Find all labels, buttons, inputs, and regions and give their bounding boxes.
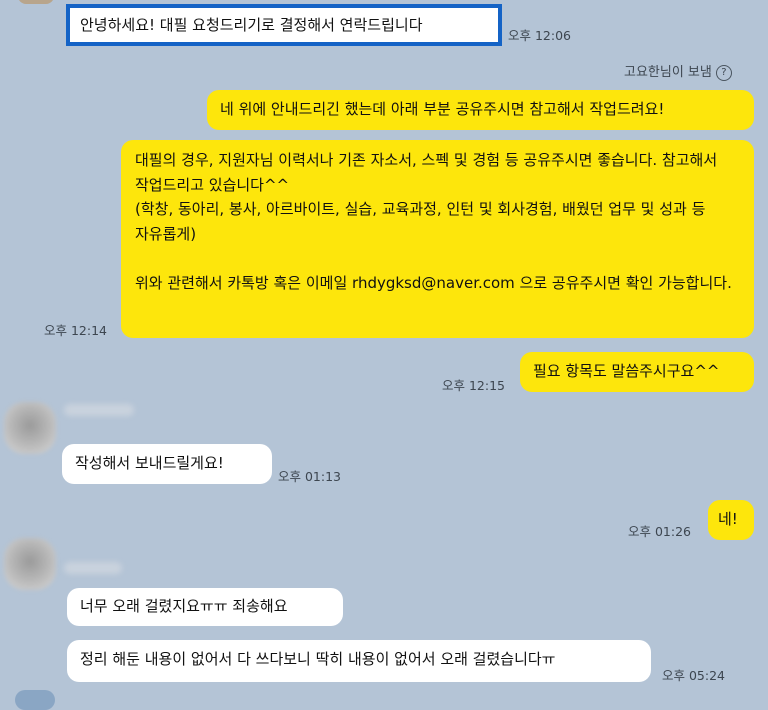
message-bubble-received[interactable]: 정리 해둔 내용이 없어서 다 쓰다보니 딱히 내용이 없어서 오래 걸렸습니다… <box>67 640 651 682</box>
message-bubble-received[interactable]: 너무 오래 걸렸지요ㅠㅠ 죄송해요 <box>67 588 343 626</box>
message-bubble-sent[interactable]: 대필의 경우, 지원자님 이력서나 기존 자소서, 스펙 및 경험 등 공유주시… <box>121 140 754 338</box>
message-time: 오후 12:15 <box>442 378 505 393</box>
sender-name <box>64 404 134 416</box>
sender-name <box>64 562 122 574</box>
sender-avatar[interactable] <box>4 538 56 590</box>
message-time: 오후 01:13 <box>278 469 341 484</box>
message-bubble-sent[interactable]: 필요 항목도 말씀주시구요^^ <box>520 352 754 392</box>
message-time: 오후 12:06 <box>508 28 571 43</box>
help-icon[interactable]: ? <box>715 64 732 81</box>
message-bubble-sent[interactable]: 네! <box>708 500 754 540</box>
partial-avatar-top <box>18 0 54 4</box>
partial-avatar-bottom <box>15 690 55 710</box>
sender-avatar[interactable] <box>4 402 56 454</box>
message-bubble-sent[interactable]: 네 위에 안내드리긴 했는데 아래 부분 공유주시면 참고해서 작업드려요! <box>207 90 754 130</box>
message-time: 오후 12:14 <box>44 323 107 338</box>
message-time: 오후 05:24 <box>662 668 725 683</box>
sender-note: 고요한님이 보냄? <box>624 61 732 81</box>
message-time: 오후 01:26 <box>628 524 691 539</box>
message-bubble-received[interactable]: 작성해서 보내드릴게요! <box>62 444 272 484</box>
message-bubble-highlighted[interactable]: 안녕하세요! 대필 요청드리기로 결정해서 연락드립니다 <box>66 4 502 46</box>
sender-note-label: 고요한님이 보냄 <box>624 65 712 80</box>
